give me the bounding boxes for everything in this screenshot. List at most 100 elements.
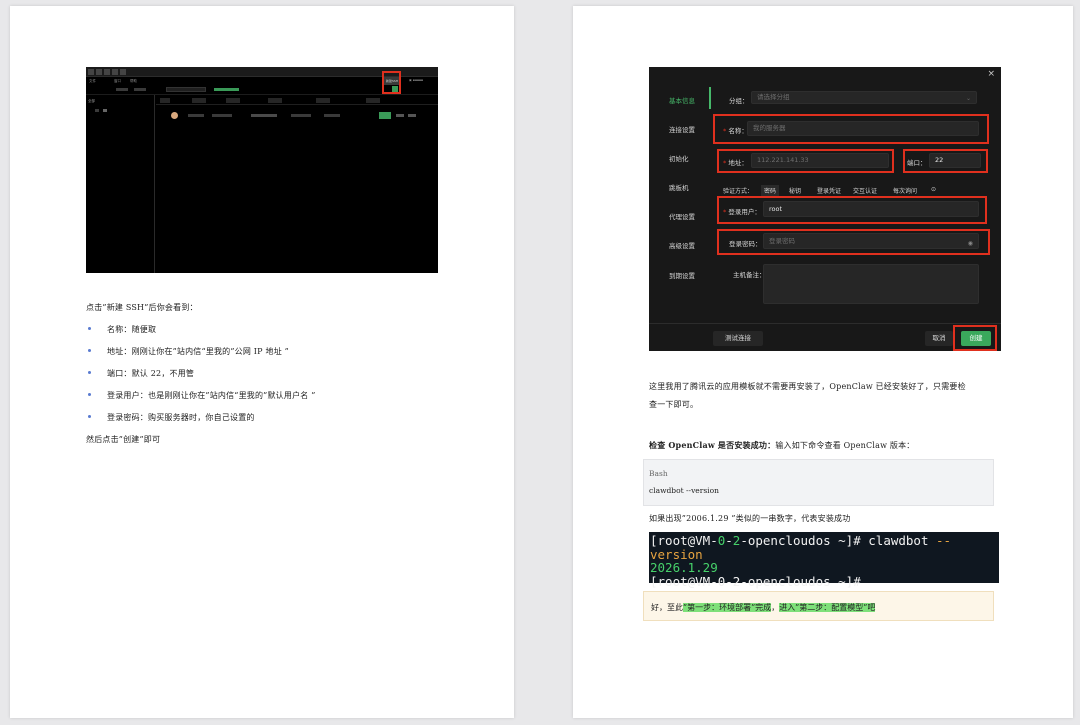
screenshot-table-header	[156, 97, 438, 105]
callout-text: 好，至此”第一步：环境部署”完成，进入”第二步：配置模型”吧	[651, 602, 876, 613]
connect-button[interactable]	[379, 112, 391, 119]
row-cell	[251, 114, 277, 117]
paragraph-line: 查一下即可。	[649, 400, 699, 409]
nav-jump-host[interactable]: 跳板机	[669, 182, 689, 192]
highlight-frame	[382, 71, 401, 94]
menu-item: 窗口	[114, 78, 121, 83]
row-cell	[291, 114, 311, 117]
sidebar-item	[95, 109, 99, 112]
highlight-text: ”第一步：环境部署”完成	[683, 603, 772, 612]
close-icon[interactable]: ×	[987, 69, 995, 79]
required-mark: *	[723, 127, 727, 135]
tab-password[interactable]: 密码	[761, 185, 780, 196]
terminal-screenshot: [root@VM-0-2-opencloudos ~]# clawdbot --…	[649, 532, 999, 588]
help-icon[interactable]: ⊙	[931, 186, 936, 193]
eye-icon[interactable]: ◉	[968, 237, 973, 251]
address-label-text: 地址：	[728, 159, 748, 167]
nav-connection-settings[interactable]: 连接设置	[669, 124, 695, 134]
header-cell	[226, 98, 240, 103]
code-block: Bash clawdbot --version	[643, 459, 994, 506]
tab-icon	[104, 69, 110, 75]
code-command[interactable]: clawdbot --version	[649, 486, 719, 495]
nav-active-indicator	[709, 87, 711, 109]
row-action[interactable]	[396, 114, 404, 117]
avatar	[171, 112, 178, 119]
test-connection-button[interactable]: 测试连接	[713, 331, 763, 346]
intro-text: 点击”新建 SSH”后你会看到：	[86, 303, 198, 312]
tab-key[interactable]: 秘钥	[789, 186, 801, 195]
row-cell	[212, 114, 232, 117]
bullet-item: 端口：默认 22，不用管	[107, 369, 195, 378]
check-text: 输入如下命令查看 OpenClaw 版本：	[775, 441, 915, 450]
prompt: -opencloudos ~]#	[740, 533, 869, 548]
name-input[interactable]: 我的服务器	[747, 121, 979, 136]
bullet-item: 登录用户：也是刚刚让你在”站内信“里我的”默认用户名 ”	[107, 391, 316, 400]
paragraph-line: 这里我用了腾讯云的应用模板就不需要再安装了，OpenClaw 已经安装好了，只需…	[649, 382, 966, 391]
callout-box: 好，至此”第一步：环境部署”完成，进入”第二步：配置模型”吧	[643, 591, 994, 621]
header-cell	[316, 98, 330, 103]
document-page-left: 文件 窗口 帮助 新建SSH ▣ ▪▪▪▪▪ 全部 点击”新建 SSH”后你会看…	[10, 6, 514, 718]
header-cell	[160, 98, 170, 103]
bullet-item: 名称：随便取	[107, 325, 157, 334]
nav-proxy-settings[interactable]: 代理设置	[669, 211, 695, 221]
highlight-text: 进入”第二步：配置模型”吧	[779, 603, 876, 612]
tab-interactive[interactable]: 交互认证	[853, 186, 877, 195]
sidebar-item	[103, 109, 107, 112]
group-label: 分组：	[729, 97, 749, 105]
cancel-button[interactable]: 取消	[925, 331, 953, 346]
bullet-dot	[88, 415, 91, 418]
group-placeholder: 请选择分组	[757, 93, 790, 101]
tab-icon	[120, 69, 126, 75]
tab-icon	[96, 69, 102, 75]
remark-textarea[interactable]	[763, 264, 979, 304]
group-select[interactable]: 请选择分组 ⌄	[751, 91, 977, 104]
app-icon	[88, 69, 94, 75]
name-label: * 名称：	[723, 125, 748, 135]
row-cell	[188, 114, 204, 117]
command: clawdbot	[868, 533, 936, 548]
toolbar-item	[134, 88, 146, 91]
user-input[interactable]: root	[763, 201, 979, 217]
screenshot-sidebar: 全部	[86, 95, 155, 273]
toolbar-status	[214, 88, 239, 91]
chevron-down-icon: ⌄	[965, 95, 971, 102]
check-heading: 检查 OpenClaw 是否安装成功：	[649, 440, 776, 450]
table-row[interactable]	[156, 111, 438, 120]
name-label-text: 名称：	[728, 127, 748, 135]
code-language: Bash	[649, 469, 668, 478]
callout-prefix: 好，至此	[651, 603, 683, 612]
search-box	[166, 87, 206, 92]
callout-separator: ，	[771, 603, 780, 612]
nav-expiry-settings[interactable]: 到期设置	[669, 270, 695, 280]
address-input[interactable]: 112.221.141.33	[751, 153, 889, 168]
row-cell	[324, 114, 340, 117]
name-placeholder: 我的服务器	[753, 124, 786, 132]
terminal-line: [root@VM-0-2-opencloudos ~]# clawdbot --…	[650, 534, 999, 561]
highlight-frame	[953, 325, 997, 351]
outro-text: 然后点击”创建”即可	[86, 435, 161, 444]
ssh-tool-screenshot: 文件 窗口 帮助 新建SSH ▣ ▪▪▪▪▪ 全部	[86, 67, 438, 273]
sidebar-label: 全部	[88, 99, 95, 103]
address-label: * 地址：	[723, 157, 748, 167]
port-input[interactable]: 22	[929, 153, 981, 168]
bullet-item: 登录密码：购买服务器时，你自己设置的	[107, 413, 255, 422]
auth-label: 验证方式：	[723, 188, 754, 195]
user-label: * 登录用户：	[723, 206, 761, 216]
tab-credential[interactable]: 登录凭证	[817, 186, 841, 195]
address-placeholder: 112.221.141.33	[757, 156, 809, 164]
row-action[interactable]	[408, 114, 416, 117]
bullet-dot	[88, 327, 91, 330]
nav-advanced-settings[interactable]: 高级设置	[669, 240, 695, 250]
remark-label: 主机备注：	[733, 271, 766, 279]
bullet-dot	[88, 393, 91, 396]
terminal-output: 2026.1.29	[650, 560, 718, 575]
password-input[interactable]: 登录密码 ◉	[763, 233, 979, 249]
tab-icon	[112, 69, 118, 75]
bullet-item: 地址：刚刚让你在”站内信“里我的”公网 IP 地址 ”	[107, 347, 289, 356]
nav-basic-info[interactable]: 基本信息	[669, 95, 695, 105]
toolbar-item	[116, 88, 128, 91]
nav-initialize[interactable]: 初始化	[669, 153, 689, 163]
result-text: 如果出现”2006.1.29 ”类似的一串数字，代表安装成功	[649, 514, 851, 523]
tab-ask-every-time[interactable]: 每次询问	[893, 186, 917, 195]
user-value: root	[769, 205, 783, 213]
